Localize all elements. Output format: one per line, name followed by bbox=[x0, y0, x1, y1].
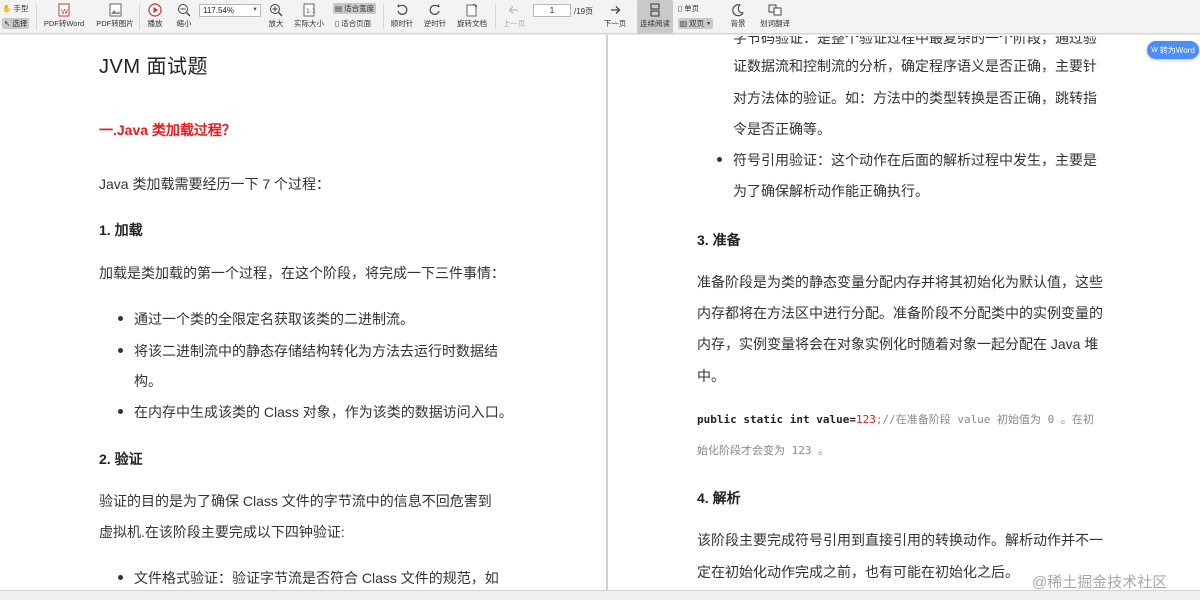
zoom-in-icon bbox=[269, 3, 283, 17]
double-page-icon: ▥ bbox=[680, 19, 688, 28]
list-item-continuation: 对方法体的验证。如：方法中的类型转换是否正确，跳转指 bbox=[733, 90, 1097, 106]
separator bbox=[495, 4, 496, 30]
status-bar bbox=[0, 590, 1200, 600]
code-block-line2: 始化阶段才会变为 123 。 bbox=[697, 444, 830, 457]
rotate-clockwise-button[interactable]: 顺时针 bbox=[388, 0, 416, 34]
subheading: 4. 解析 bbox=[697, 490, 741, 506]
zoom-select[interactable]: 117.54% ▼ bbox=[199, 4, 261, 17]
section-heading: 一.Java 类加载过程？ bbox=[99, 122, 236, 138]
fit-width-icon: ▤ bbox=[335, 4, 343, 13]
list-item-continuation: 为了确保解析动作能正确执行。 bbox=[733, 183, 929, 199]
single-page-button[interactable]: ▯ 单页 bbox=[678, 3, 699, 14]
convert-to-word-button[interactable]: W 转为Word bbox=[1147, 41, 1199, 59]
prev-page-button[interactable]: 上一页 bbox=[500, 0, 528, 34]
paragraph: 虚拟机.在该阶段主要完成以下四钟验证: bbox=[99, 524, 345, 540]
pdf-word-icon: W bbox=[57, 3, 71, 17]
cursor-icon: ↖ bbox=[4, 19, 11, 28]
paragraph: 中。 bbox=[697, 368, 725, 384]
code-keyword: public static int value= bbox=[697, 413, 856, 426]
next-page-button[interactable]: 下一页 bbox=[601, 0, 629, 34]
list-item: 通过一个类的全限定名获取该类的二进制流。 bbox=[118, 303, 414, 335]
paragraph: 验证的目的是为了确保 Class 文件的字节流中的信息不回危害到 bbox=[99, 493, 492, 509]
subheading: 3. 准备 bbox=[697, 232, 741, 248]
list-item-continuation: 构。 bbox=[134, 373, 162, 389]
double-page-button[interactable]: ▥ 双页 ▼ bbox=[678, 18, 714, 29]
hand-tool-button[interactable]: ✋ 手型 bbox=[2, 3, 28, 14]
rotate-doc-icon bbox=[465, 3, 479, 17]
chevron-down-icon: ▼ bbox=[252, 7, 258, 13]
fit-width-button[interactable]: ▤ 适合宽度 bbox=[333, 3, 377, 14]
continuous-read-icon bbox=[648, 3, 662, 17]
paragraph: 定在初始化动作完成之前，也有可能在初始化之后。 bbox=[697, 564, 1019, 580]
chevron-down-icon: ▼ bbox=[706, 20, 712, 27]
paragraph: 内存，实例变量将会在对象实例化时随着对象一起分配在 Java 堆 bbox=[697, 336, 1099, 352]
pdf-image-icon bbox=[108, 3, 122, 17]
list-item-continuation: 令是否正确等。 bbox=[733, 121, 831, 137]
list-item: 在内存中生成该类的 Class 对象，作为该类的数据访问入口。 bbox=[118, 396, 513, 428]
paragraph: 内存都将在方法区中进行分配。准备阶段不分配类中的实例变量的 bbox=[697, 305, 1103, 321]
svg-text:W: W bbox=[61, 8, 68, 16]
subheading: 1. 加载 bbox=[99, 222, 143, 238]
separator bbox=[383, 4, 384, 30]
page-number-input[interactable]: 1 bbox=[533, 4, 571, 17]
pdf-to-word-button[interactable]: W PDF转Word bbox=[42, 0, 86, 34]
page-total: /19页 bbox=[574, 7, 594, 16]
rotate-ccw-icon bbox=[428, 3, 442, 17]
zoom-out-icon bbox=[177, 3, 191, 17]
zoom-out-button[interactable]: 缩小 bbox=[172, 0, 196, 34]
separator bbox=[36, 4, 37, 30]
code-block: public static int value=123;//在准备阶段 valu… bbox=[697, 405, 1094, 435]
fit-page-button[interactable]: ▯ 适合页面 bbox=[333, 18, 373, 29]
translate-button[interactable]: 划词翻译 bbox=[757, 0, 793, 34]
rotate-document-button[interactable]: 旋转文档 bbox=[454, 0, 490, 34]
single-page-icon: ▯ bbox=[678, 4, 683, 13]
paragraph: 加载是类加载的第一个过程，在这个阶段，将完成一下三件事情： bbox=[99, 265, 505, 281]
page-title: JVM 面试题 bbox=[99, 56, 209, 78]
code-number: 123 bbox=[855, 413, 876, 426]
list-item: 将该二进制流中的静态存储结构转化为方法去运行时数据结 bbox=[118, 335, 498, 367]
toolbar: ✋ 手型 ↖ 选择 W PDF转Word PDF转图片 播放 缩小 117.54… bbox=[0, 0, 1200, 34]
actual-size-button[interactable]: 1:1 实际大小 bbox=[291, 0, 327, 34]
select-tool-button[interactable]: ↖ 选择 bbox=[2, 18, 30, 29]
subheading: 2. 验证 bbox=[99, 451, 143, 467]
rotate-cw-icon bbox=[395, 3, 409, 17]
watermark: @稀土掘金技术社区 bbox=[1032, 574, 1168, 591]
background-button[interactable]: 背景 bbox=[724, 0, 752, 34]
paragraph: 准备阶段是为类的静态变量分配内存并将其初始化为默认值，这些 bbox=[697, 274, 1103, 290]
separator bbox=[139, 4, 140, 30]
pdf-to-image-button[interactable]: PDF转图片 bbox=[95, 0, 135, 34]
paragraph: Java 类加载需要经历一下 7 个过程： bbox=[99, 176, 331, 192]
moon-icon bbox=[731, 3, 745, 17]
fit-page-icon: ▯ bbox=[335, 19, 340, 28]
zoom-in-button[interactable]: 放大 bbox=[265, 0, 287, 34]
actual-size-icon: 1:1 bbox=[302, 3, 316, 17]
rotate-counterclockwise-button[interactable]: 逆时针 bbox=[421, 0, 449, 34]
word-icon: W bbox=[1151, 46, 1158, 54]
list-item: 符号引用验证：这个动作在后面的解析过程中发生，主要是 bbox=[717, 144, 1097, 176]
hand-icon: ✋ bbox=[2, 4, 12, 13]
paragraph: 该阶段主要完成符号引用到直接引用的转换动作。解析动作并不一 bbox=[697, 532, 1103, 548]
list-item-continuation: 证数据流和控制流的分析，确定程序语义是否正确，主要针 bbox=[733, 58, 1097, 74]
continuous-read-button[interactable]: 连续阅读 bbox=[637, 0, 673, 34]
translate-icon bbox=[768, 3, 782, 17]
play-icon bbox=[148, 3, 162, 17]
svg-text:1:1: 1:1 bbox=[306, 8, 315, 15]
code-comment: ;//在准备阶段 value 初始值为 0 。在初 bbox=[875, 413, 1094, 426]
play-button[interactable]: 播放 bbox=[143, 0, 167, 34]
arrow-right-icon bbox=[608, 3, 622, 17]
arrow-left-icon bbox=[507, 3, 521, 17]
